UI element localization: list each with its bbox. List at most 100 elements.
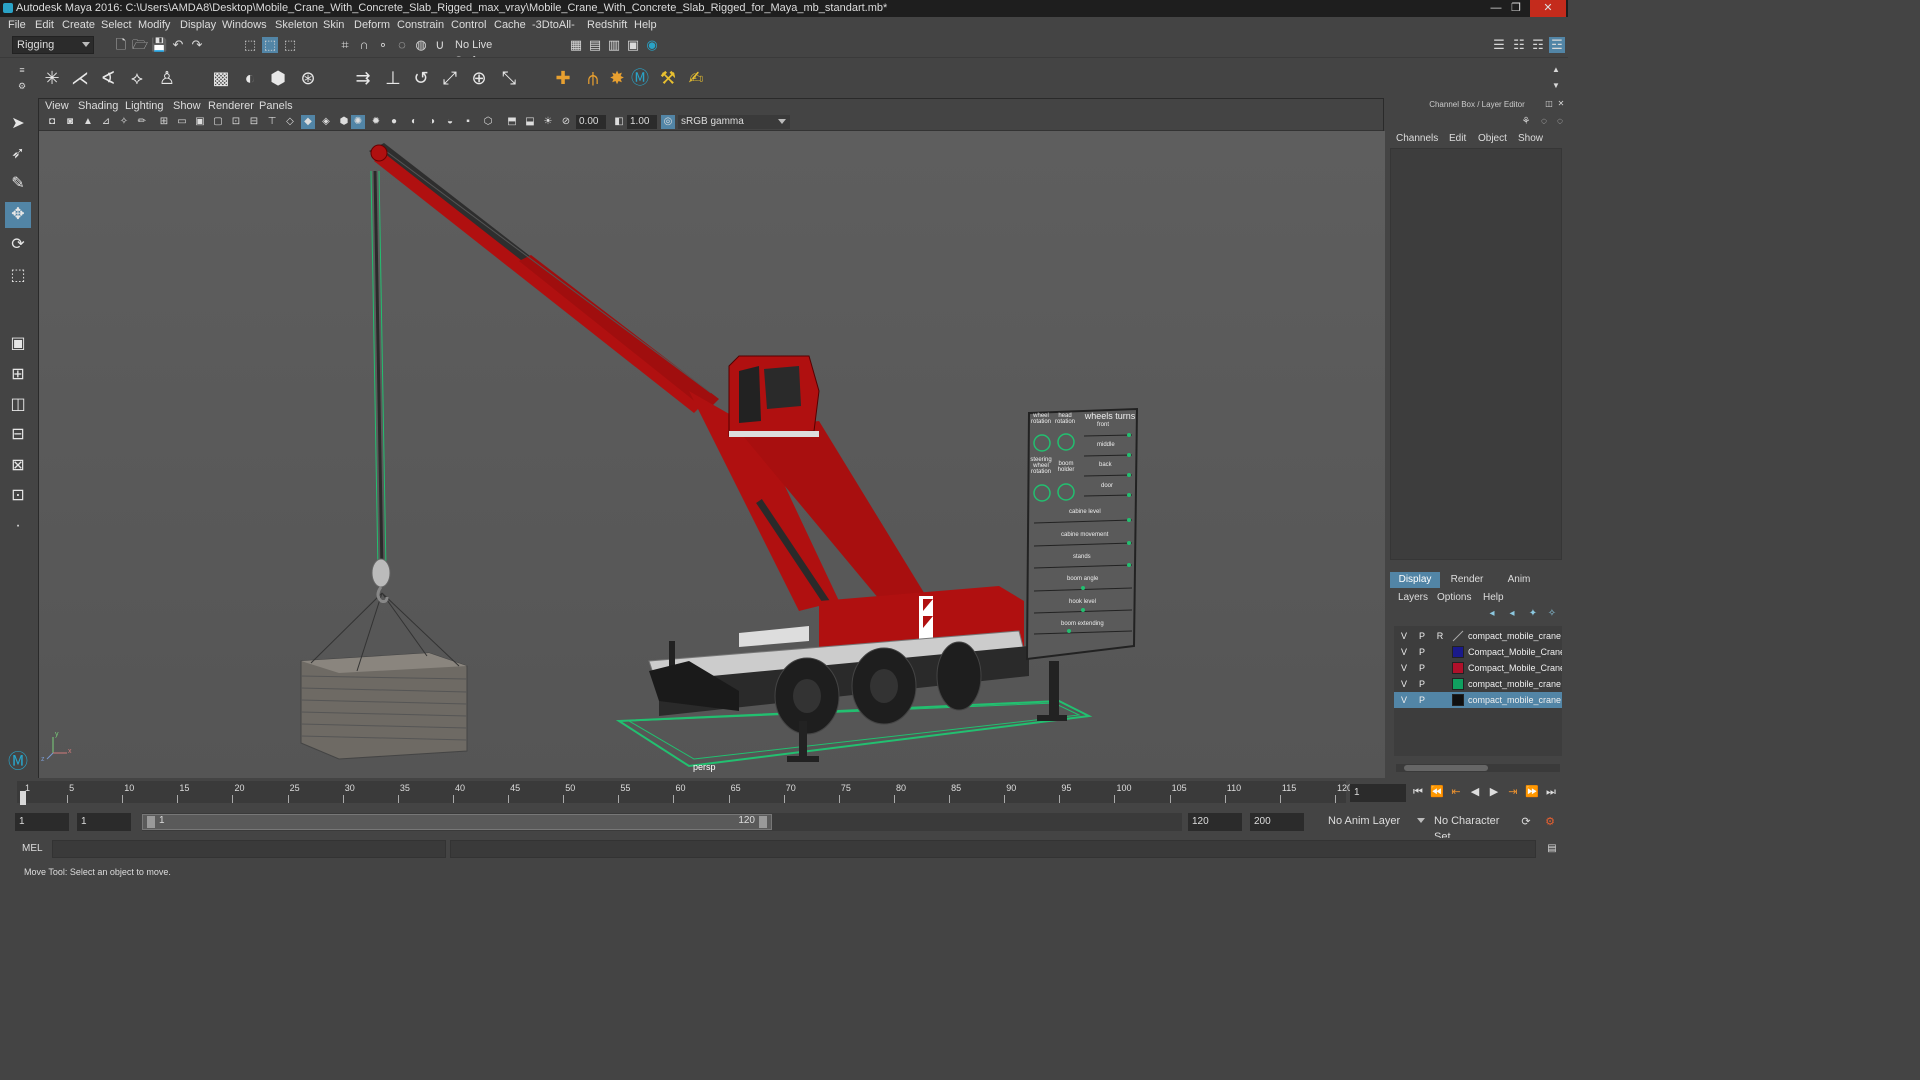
single-pane-layout-icon[interactable]: ▣: [5, 331, 31, 357]
menu-select[interactable]: Select: [101, 19, 132, 31]
concrete-slab[interactable]: [300, 652, 468, 760]
paint-select-tool-icon[interactable]: ✎: [5, 171, 31, 197]
layer-tab-render[interactable]: Render: [1442, 572, 1492, 588]
snap-curve-icon[interactable]: ∩: [356, 37, 372, 53]
safe-title-icon[interactable]: ⊤: [265, 115, 279, 129]
layer-name[interactable]: Compact_Mobile_Crane: [1468, 644, 1562, 660]
3d-scene[interactable]: wheel rotation head rotation wheels turn…: [39, 131, 1385, 778]
maya-m-icon[interactable]: Ⓜ: [628, 66, 652, 90]
range-handle-start[interactable]: [147, 816, 155, 828]
mel-input[interactable]: [52, 840, 446, 858]
snap-surface-icon[interactable]: ◍: [413, 37, 429, 53]
layer-color-swatch[interactable]: [1452, 678, 1464, 690]
xray-joints-icon[interactable]: ⬒: [505, 115, 519, 129]
select-hierarchy-icon[interactable]: ⬚: [242, 37, 258, 53]
snap-view-icon[interactable]: ◌: [394, 37, 410, 53]
anim-layer-dropdown[interactable]: No Anim Layer: [1324, 813, 1428, 831]
menu-control[interactable]: Control: [451, 19, 486, 31]
close-button[interactable]: ✕: [1530, 0, 1566, 17]
script-icon[interactable]: ⚒: [656, 66, 680, 90]
cluster-icon[interactable]: ⊛: [296, 66, 320, 90]
layout-more-icon[interactable]: ·: [5, 513, 31, 539]
gamma-field[interactable]: 1.00: [627, 115, 657, 129]
vp-menu-shading[interactable]: Shading: [78, 100, 118, 112]
layer-color-swatch[interactable]: [1452, 630, 1464, 642]
layer-reference-toggle[interactable]: R: [1434, 628, 1446, 644]
locator-icon[interactable]: ✚: [551, 66, 575, 90]
shelf-scroll-up-icon[interactable]: ▲: [1548, 62, 1564, 78]
layer-visibility-toggle[interactable]: V: [1398, 644, 1410, 660]
menu-help[interactable]: Help: [634, 19, 657, 31]
resolution-gate-icon[interactable]: ▣: [193, 115, 207, 129]
depth-of-field-icon[interactable]: ◒: [443, 115, 457, 129]
layer-scrollbar-thumb[interactable]: [1404, 765, 1488, 771]
layer-menu-help[interactable]: Help: [1483, 592, 1504, 603]
shelf-scroll-down-icon[interactable]: ▼: [1548, 78, 1564, 94]
point-constraint-icon[interactable]: ⊥: [381, 66, 405, 90]
command-language-label[interactable]: MEL: [22, 843, 43, 854]
layer-row[interactable]: V P Compact_Mobile_Crane: [1394, 660, 1562, 676]
layer-name[interactable]: compact_mobile_crane: [1468, 676, 1562, 692]
camera-attributes-icon[interactable]: ◙: [63, 115, 77, 129]
go-to-end-icon[interactable]: ⏭: [1543, 784, 1559, 800]
channel-box-hyper-icon[interactable]: ◌: [1552, 114, 1568, 130]
move-tool-icon[interactable]: ✥: [5, 202, 31, 228]
new-layer-selected-icon[interactable]: ✧: [1544, 606, 1560, 622]
wireframe-on-shaded-icon[interactable]: ◈: [319, 115, 333, 129]
gate-mask-icon[interactable]: ▢: [211, 115, 225, 129]
select-tool-icon[interactable]: ➤: [5, 111, 31, 137]
script-editor-icon[interactable]: ▤: [1544, 841, 1560, 857]
animation-start-field[interactable]: 1: [15, 813, 69, 831]
vp-menu-lighting[interactable]: Lighting: [125, 100, 164, 112]
vp-menu-view[interactable]: View: [45, 100, 69, 112]
tool-settings-icon[interactable]: ☶: [1530, 37, 1546, 53]
four-pane-layout-icon[interactable]: ⊞: [5, 362, 31, 388]
channel-box-icon[interactable]: ☲: [1549, 37, 1565, 53]
move-layer-up-icon[interactable]: ◂: [1484, 606, 1500, 622]
wireframe-icon[interactable]: ◇: [283, 115, 297, 129]
field-chart-icon[interactable]: ⊡: [229, 115, 243, 129]
gamma-icon[interactable]: ◧: [612, 115, 626, 129]
brush-icon[interactable]: ✍: [684, 66, 708, 90]
pole-vector-icon[interactable]: ⤡: [497, 66, 521, 90]
outliner-layout-icon[interactable]: ⊟: [5, 422, 31, 448]
bind-skin-icon[interactable]: ▩: [209, 66, 233, 90]
cb-menu-edit[interactable]: Edit: [1449, 133, 1466, 144]
shelf-settings-icon[interactable]: ⚙: [14, 78, 30, 94]
snap-point-icon[interactable]: ∘: [375, 37, 391, 53]
time-ruler[interactable]: 1 5 10 15 20 25 30 35 40 45 50 55 60 65 70 75 80 85 90 95 10…: [17, 781, 1352, 803]
step-forward-key-icon[interactable]: ⏩: [1524, 784, 1540, 800]
paint-weights-icon[interactable]: ◐: [238, 66, 262, 90]
minimize-button[interactable]: —: [1486, 0, 1506, 17]
menu-display[interactable]: Display: [180, 19, 216, 31]
layer-row[interactable]: V P compact_mobile_crane: [1394, 676, 1562, 692]
modeling-toolkit-icon[interactable]: ☰: [1491, 37, 1507, 53]
menu-3dtoall[interactable]: -3DtoAll-: [532, 19, 575, 31]
exposure-icon[interactable]: ☀: [541, 115, 555, 129]
cb-menu-channels[interactable]: Channels: [1396, 133, 1438, 144]
move-layer-down-icon[interactable]: ◂: [1504, 606, 1520, 622]
layer-name[interactable]: compact_mobile_crane: [1468, 628, 1562, 644]
character-set-dropdown[interactable]: No Character Set: [1430, 813, 1516, 843]
time-slider[interactable]: 1 5 10 15 20 25 30 35 40 45 50 55 60 65 70 75 80 85 90 95 10…: [0, 779, 1568, 807]
select-component-icon[interactable]: ⬚: [282, 37, 298, 53]
lasso-tool-icon[interactable]: ➶: [5, 141, 31, 167]
isolate-select-icon[interactable]: ▪: [461, 115, 475, 129]
step-back-key-icon[interactable]: ⏪: [1429, 784, 1445, 800]
exposure-field[interactable]: 0.00: [576, 115, 606, 129]
camera-select-icon[interactable]: ◘: [45, 115, 59, 129]
view-transform-dropdown[interactable]: sRGB gamma: [678, 115, 790, 129]
motion-blur-icon[interactable]: ◐: [407, 115, 421, 129]
menu-cache[interactable]: Cache: [494, 19, 526, 31]
snap-grid-icon[interactable]: ⌗: [337, 37, 353, 53]
menu-deform[interactable]: Deform: [354, 19, 390, 31]
layer-playback-toggle[interactable]: P: [1416, 660, 1428, 676]
viewport-persp[interactable]: View Shading Lighting Show Renderer Pane…: [38, 98, 1385, 778]
close-panel-icon[interactable]: ✕: [1556, 99, 1566, 109]
scale-tool-icon[interactable]: ⬚: [5, 263, 31, 289]
menu-set-dropdown[interactable]: Rigging: [12, 36, 94, 54]
range-handle-end[interactable]: [759, 816, 767, 828]
channel-list[interactable]: [1390, 148, 1562, 560]
hypershade-icon[interactable]: ◉: [644, 37, 660, 53]
current-time-marker[interactable]: [20, 791, 26, 805]
